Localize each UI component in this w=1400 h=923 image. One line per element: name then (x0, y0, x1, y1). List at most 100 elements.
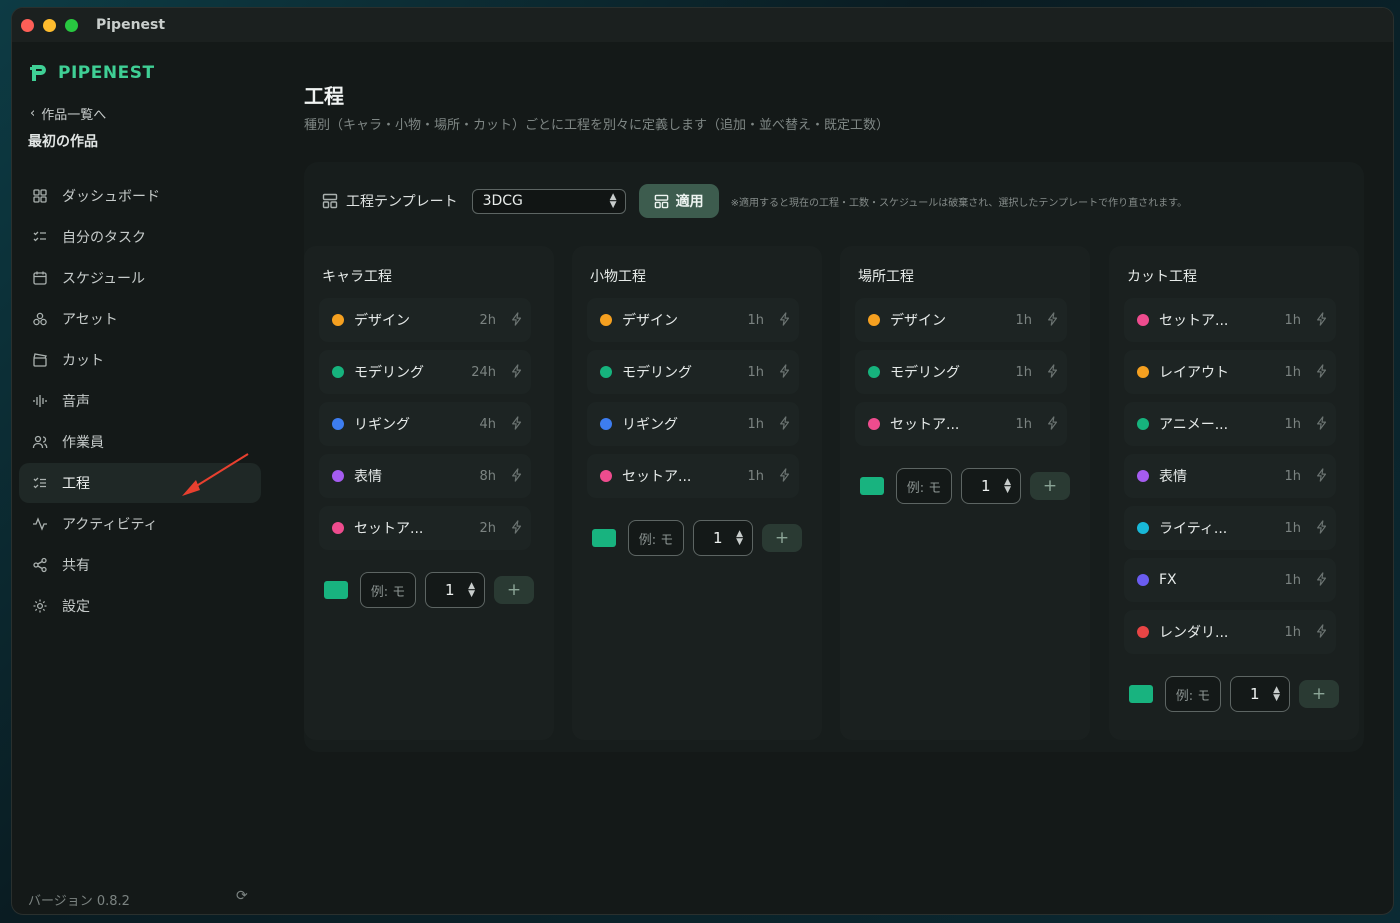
process-hours: 1h (747, 416, 764, 432)
process-item[interactable]: セットア... 2h (319, 506, 531, 550)
apply-template-button[interactable]: 適用 (638, 184, 719, 218)
bolt-icon[interactable] (510, 519, 524, 538)
template-select[interactable]: 3DCG ▲ ▼ (471, 188, 626, 214)
minimize-window-button[interactable] (43, 18, 56, 32)
name-placeholder: 例: モ (638, 532, 674, 548)
bolt-icon[interactable] (1315, 571, 1329, 590)
add-process-button[interactable]: + (1299, 680, 1339, 708)
bolt-icon[interactable] (1315, 623, 1329, 642)
sidebar-item-10[interactable]: 設定 (19, 586, 261, 626)
sidebar-item-8[interactable]: アクティビティ (19, 504, 261, 544)
bolt-icon[interactable] (778, 363, 792, 382)
sidebar-item-2[interactable]: スケジュール (19, 258, 261, 298)
process-item[interactable]: ライティ... 1h (1124, 506, 1336, 550)
process-name: リギング (622, 417, 678, 433)
column-title: カット工程 (1127, 269, 1197, 285)
process-item[interactable]: モデリング 24h (319, 350, 531, 394)
sidebar-item-label: カット (62, 353, 104, 369)
process-column-3: カット工程 セットア... 1h レイアウト 1h アニメー... 1h 表情 1h ライティ..… (1109, 246, 1359, 740)
sidebar-item-1[interactable]: 自分のタスク (19, 217, 261, 257)
updown-chevron-icon[interactable]: ▲ ▼ (736, 530, 743, 547)
bolt-icon[interactable] (1315, 363, 1329, 382)
bolt-icon[interactable] (1046, 311, 1060, 330)
bolt-icon[interactable] (510, 363, 524, 382)
bolt-icon[interactable] (778, 415, 792, 434)
bolt-icon[interactable] (1046, 363, 1060, 382)
process-name-input[interactable]: 例: モ (896, 468, 952, 504)
process-item[interactable]: FX 1h (1124, 558, 1336, 602)
sidebar-item-9[interactable]: 共有 (19, 545, 261, 585)
process-name-input[interactable]: 例: モ (1165, 676, 1221, 712)
process-hours: 24h (471, 364, 496, 380)
process-item[interactable]: モデリング 1h (587, 350, 799, 394)
process-item[interactable]: アニメー... 1h (1124, 402, 1336, 446)
process-item[interactable]: レイアウト 1h (1124, 350, 1336, 394)
process-name-input[interactable]: 例: モ (360, 572, 416, 608)
color-picker-swatch[interactable] (592, 529, 616, 547)
sidebar-item-5[interactable]: 音声 (19, 381, 261, 421)
process-item[interactable]: セットア... 1h (1124, 298, 1336, 342)
bolt-icon[interactable] (510, 415, 524, 434)
hours-stepper[interactable]: 1 ▲ ▼ (425, 572, 485, 608)
process-item[interactable]: デザイン 2h (319, 298, 531, 342)
refresh-icon[interactable]: ⟳ (236, 888, 248, 904)
process-item[interactable]: リギング 1h (587, 402, 799, 446)
hours-stepper[interactable]: 1 ▲ ▼ (961, 468, 1021, 504)
hours-stepper[interactable]: 1 ▲ ▼ (1230, 676, 1290, 712)
bolt-icon[interactable] (1315, 415, 1329, 434)
bolt-icon[interactable] (778, 467, 792, 486)
template-icon (654, 194, 668, 208)
sidebar-item-0[interactable]: ダッシュボード (19, 176, 261, 216)
window-controls (21, 18, 78, 32)
bolt-icon[interactable] (1315, 311, 1329, 330)
bolt-icon[interactable] (510, 311, 524, 330)
brand[interactable]: PIPENEST (28, 62, 155, 84)
close-window-button[interactable] (21, 18, 34, 32)
bolt-icon[interactable] (510, 467, 524, 486)
process-item[interactable]: 表情 1h (1124, 454, 1336, 498)
bolt-icon[interactable] (778, 311, 792, 330)
color-picker-swatch[interactable] (860, 477, 884, 495)
add-process-button[interactable]: + (1030, 472, 1070, 500)
hours-stepper[interactable]: 1 ▲ ▼ (693, 520, 753, 556)
zoom-window-button[interactable] (65, 18, 78, 32)
bolt-icon[interactable] (1315, 519, 1329, 538)
process-item[interactable]: セットア... 1h (587, 454, 799, 498)
bolt-icon[interactable] (1315, 467, 1329, 486)
updown-chevron-icon[interactable]: ▲ ▼ (468, 582, 475, 599)
process-name: セットア... (890, 417, 960, 433)
process-item[interactable]: リギング 4h (319, 402, 531, 446)
back-to-works-link[interactable]: ‹ 作品一覧へ (30, 104, 106, 123)
process-item[interactable]: セットア... 1h (855, 402, 1067, 446)
process-item[interactable]: 表情 8h (319, 454, 531, 498)
color-picker-swatch[interactable] (324, 581, 348, 599)
process-item[interactable]: レンダリ... 1h (1124, 610, 1336, 654)
sidebar-item-3[interactable]: アセット (19, 299, 261, 339)
updown-chevron-icon[interactable]: ▲ ▼ (1273, 686, 1280, 703)
process-item[interactable]: デザイン 1h (587, 298, 799, 342)
process-color-dot (868, 366, 880, 378)
process-hours: 1h (1284, 572, 1301, 588)
add-process-button[interactable]: + (494, 576, 534, 604)
add-process-row: 例: モ 1 ▲ ▼ + (324, 572, 534, 608)
hours-value: 1 (445, 581, 455, 599)
process-hours: 1h (747, 312, 764, 328)
sidebar: PIPENEST ‹ 作品一覧へ 最初の作品 ダッシュボード 自分のタスク スケジュ… (12, 42, 272, 914)
process-name: アニメー... (1159, 417, 1229, 433)
process-item[interactable]: モデリング 1h (855, 350, 1067, 394)
add-process-button[interactable]: + (762, 524, 802, 552)
checklist-icon (32, 475, 48, 491)
process-item[interactable]: デザイン 1h (855, 298, 1067, 342)
process-color-dot (868, 418, 880, 430)
process-name-input[interactable]: 例: モ (628, 520, 684, 556)
sidebar-item-4[interactable]: カット (19, 340, 261, 380)
bolt-icon[interactable] (1046, 415, 1060, 434)
plus-icon: + (1042, 476, 1058, 496)
hours-value: 1 (981, 477, 991, 495)
process-color-dot (1137, 470, 1149, 482)
process-color-dot (332, 470, 344, 482)
updown-chevron-icon[interactable]: ▲ ▼ (1004, 478, 1011, 495)
template-row: 工程テンプレート 3DCG ▲ ▼ 適用 ※適用すると現在の工程・工数・スケジュー… (322, 184, 1187, 218)
share-icon (32, 557, 48, 573)
color-picker-swatch[interactable] (1129, 685, 1153, 703)
